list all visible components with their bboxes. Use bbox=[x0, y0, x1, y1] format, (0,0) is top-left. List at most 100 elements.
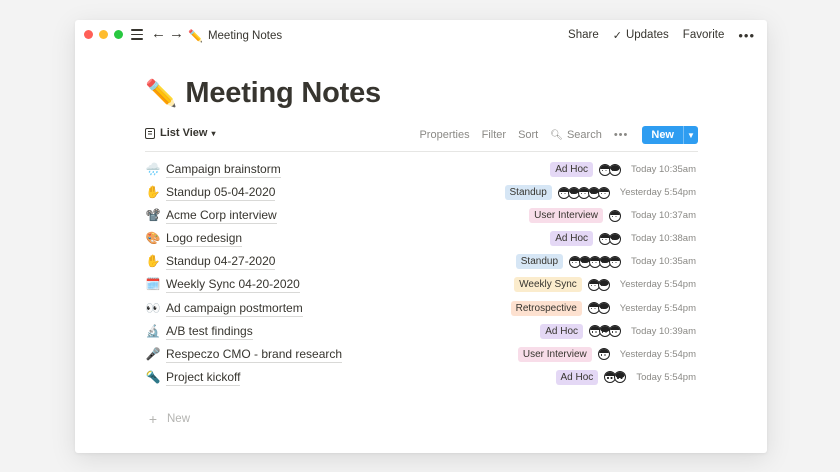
avatar[interactable] bbox=[614, 371, 627, 384]
item-title[interactable]: Ad campaign postmortem bbox=[166, 301, 303, 317]
avatar[interactable] bbox=[609, 325, 622, 338]
app-window: ← → ✏️ Meeting Notes Share ✓ Updates Fav… bbox=[75, 20, 767, 453]
avatar[interactable] bbox=[597, 348, 610, 361]
back-arrow-icon[interactable]: ← bbox=[151, 26, 166, 42]
close-window-button[interactable] bbox=[84, 30, 93, 39]
item-title[interactable]: Campaign brainstorm bbox=[166, 162, 281, 178]
item-title[interactable]: Weekly Sync 04-20-2020 bbox=[166, 277, 300, 294]
topbar-actions: Share ✓ Updates Favorite ••• bbox=[554, 27, 755, 43]
breadcrumb[interactable]: ✏️ Meeting Notes bbox=[188, 28, 282, 44]
page-icon: 🗓️ bbox=[145, 277, 161, 292]
participants bbox=[604, 371, 627, 384]
new-button[interactable]: New ▼ bbox=[642, 126, 698, 144]
list-item[interactable]: 📽️ Acme Corp interview User Interview Today… bbox=[145, 204, 698, 227]
add-new-row[interactable]: + New bbox=[145, 411, 190, 427]
maximize-window-button[interactable] bbox=[114, 30, 123, 39]
chevron-down-icon: ▾ bbox=[211, 128, 216, 138]
list-item[interactable]: 🗓️ Weekly Sync 04-20-2020 Weekly Sync Yeste… bbox=[145, 273, 698, 296]
created-time: Yesterday 5:54pm bbox=[619, 187, 696, 199]
participants bbox=[599, 163, 622, 176]
type-tag: Standup bbox=[504, 185, 552, 201]
more-icon[interactable]: ••• bbox=[614, 129, 629, 141]
type-tag: User Interview bbox=[529, 208, 604, 224]
favorite-button[interactable]: Favorite bbox=[683, 29, 725, 41]
search-button[interactable]: 🔍︎ Search bbox=[550, 129, 602, 141]
item-title[interactable]: Standup 05-04-2020 bbox=[166, 185, 276, 202]
more-options-icon[interactable]: ••• bbox=[738, 28, 755, 43]
avatar[interactable] bbox=[609, 232, 622, 245]
database-toolbar: List View ▾ Properties Filter Sort 🔍︎ Se… bbox=[145, 125, 698, 147]
participants bbox=[587, 278, 610, 291]
page-icon: ✋ bbox=[145, 254, 161, 269]
list-item[interactable]: 🎨 Logo redesign Ad Hoc Today 10:38am bbox=[145, 227, 698, 250]
item-meta: Ad Hoc Today 5:54pm bbox=[555, 369, 696, 386]
type-tag: Ad Hoc bbox=[555, 369, 599, 385]
participants bbox=[599, 232, 622, 245]
pencil-icon[interactable]: ✏️ bbox=[145, 78, 177, 108]
share-button[interactable]: Share bbox=[568, 29, 599, 41]
avatar[interactable] bbox=[597, 278, 610, 291]
type-tag: Weekly Sync bbox=[514, 277, 582, 293]
search-icon: 🔍︎ bbox=[550, 129, 563, 141]
toolbar-tools: Properties Filter Sort 🔍︎ Search ••• New… bbox=[407, 125, 698, 145]
filter-button[interactable]: Filter bbox=[482, 129, 506, 141]
minimize-window-button[interactable] bbox=[99, 30, 108, 39]
list-item[interactable]: 🌧️ Campaign brainstorm Ad Hoc Today 10:35am bbox=[145, 158, 698, 181]
updates-label: Updates bbox=[625, 29, 669, 41]
created-time: Yesterday 5:54pm bbox=[619, 302, 696, 314]
meeting-list: 🌧️ Campaign brainstorm Ad Hoc Today 10:35am… bbox=[145, 158, 698, 389]
title-bar: ← → ✏️ Meeting Notes Share ✓ Updates Fav… bbox=[75, 20, 767, 50]
view-switcher[interactable]: List View ▾ bbox=[145, 127, 216, 139]
item-meta: Weekly Sync Yesterday 5:54pm bbox=[514, 276, 696, 293]
item-title[interactable]: Standup 04-27-2020 bbox=[166, 254, 276, 271]
plus-icon: + bbox=[148, 411, 158, 427]
type-tag: Ad Hoc bbox=[550, 231, 594, 247]
avatar[interactable] bbox=[609, 255, 622, 268]
page-icon: 🔦 bbox=[145, 369, 161, 384]
created-time: Today 10:35am bbox=[631, 256, 696, 268]
item-meta: User Interview Today 10:37am bbox=[529, 207, 696, 224]
type-tag: User Interview bbox=[517, 346, 592, 362]
item-meta: User Interview Yesterday 5:54pm bbox=[517, 346, 696, 363]
created-time: Today 10:39am bbox=[631, 325, 696, 337]
forward-arrow-icon[interactable]: → bbox=[169, 26, 184, 42]
page-title: ✏️ Meeting Notes bbox=[145, 75, 381, 111]
item-title[interactable]: A/B test findings bbox=[166, 324, 253, 340]
created-time: Today 10:37am bbox=[631, 210, 696, 222]
list-item[interactable]: 🎤 Respeczo CMO - brand research User Inter… bbox=[145, 343, 698, 366]
item-meta: Standup Today 10:35am bbox=[515, 253, 696, 270]
page-title-text[interactable]: Meeting Notes bbox=[185, 77, 381, 110]
participants bbox=[609, 209, 622, 222]
item-meta: Ad Hoc Today 10:38am bbox=[550, 230, 696, 247]
avatar[interactable] bbox=[597, 302, 610, 315]
avatar[interactable] bbox=[597, 186, 610, 199]
created-time: Today 5:54pm bbox=[636, 371, 696, 383]
participants bbox=[589, 325, 622, 338]
item-title[interactable]: Project kickoff bbox=[166, 370, 241, 386]
item-title[interactable]: Respeczo CMO - brand research bbox=[166, 347, 343, 363]
menu-icon[interactable] bbox=[131, 29, 143, 40]
list-item[interactable]: 👀 Ad campaign postmortem Retrospective Yest… bbox=[145, 297, 698, 320]
page-icon: ✋ bbox=[145, 185, 161, 200]
item-title[interactable]: Logo redesign bbox=[166, 231, 243, 248]
properties-button[interactable]: Properties bbox=[419, 129, 469, 141]
type-tag: Ad Hoc bbox=[540, 323, 584, 339]
chevron-down-icon[interactable]: ▼ bbox=[683, 126, 698, 144]
list-item[interactable]: ✋ Standup 04-27-2020 Standup Today 10:35am bbox=[145, 250, 698, 273]
avatar[interactable] bbox=[609, 163, 622, 176]
new-button-label[interactable]: New bbox=[642, 126, 683, 144]
updates-button[interactable]: ✓ Updates bbox=[613, 29, 669, 42]
list-view-icon bbox=[145, 127, 155, 139]
created-time: Today 10:38am bbox=[631, 233, 696, 245]
item-title[interactable]: Acme Corp interview bbox=[166, 208, 277, 225]
divider bbox=[145, 151, 698, 152]
type-tag: Retrospective bbox=[510, 300, 582, 316]
page-icon: 📽️ bbox=[145, 208, 161, 223]
avatar[interactable] bbox=[609, 209, 622, 222]
page-icon: 🔬 bbox=[145, 323, 161, 338]
item-meta: Retrospective Yesterday 5:54pm bbox=[510, 300, 696, 317]
list-item[interactable]: 🔬 A/B test findings Ad Hoc Today 10:39am bbox=[145, 320, 698, 343]
sort-button[interactable]: Sort bbox=[518, 129, 538, 141]
list-item[interactable]: 🔦 Project kickoff Ad Hoc Today 5:54pm bbox=[145, 366, 698, 389]
list-item[interactable]: ✋ Standup 05-04-2020 Standup Yesterday 5:54… bbox=[145, 181, 698, 204]
